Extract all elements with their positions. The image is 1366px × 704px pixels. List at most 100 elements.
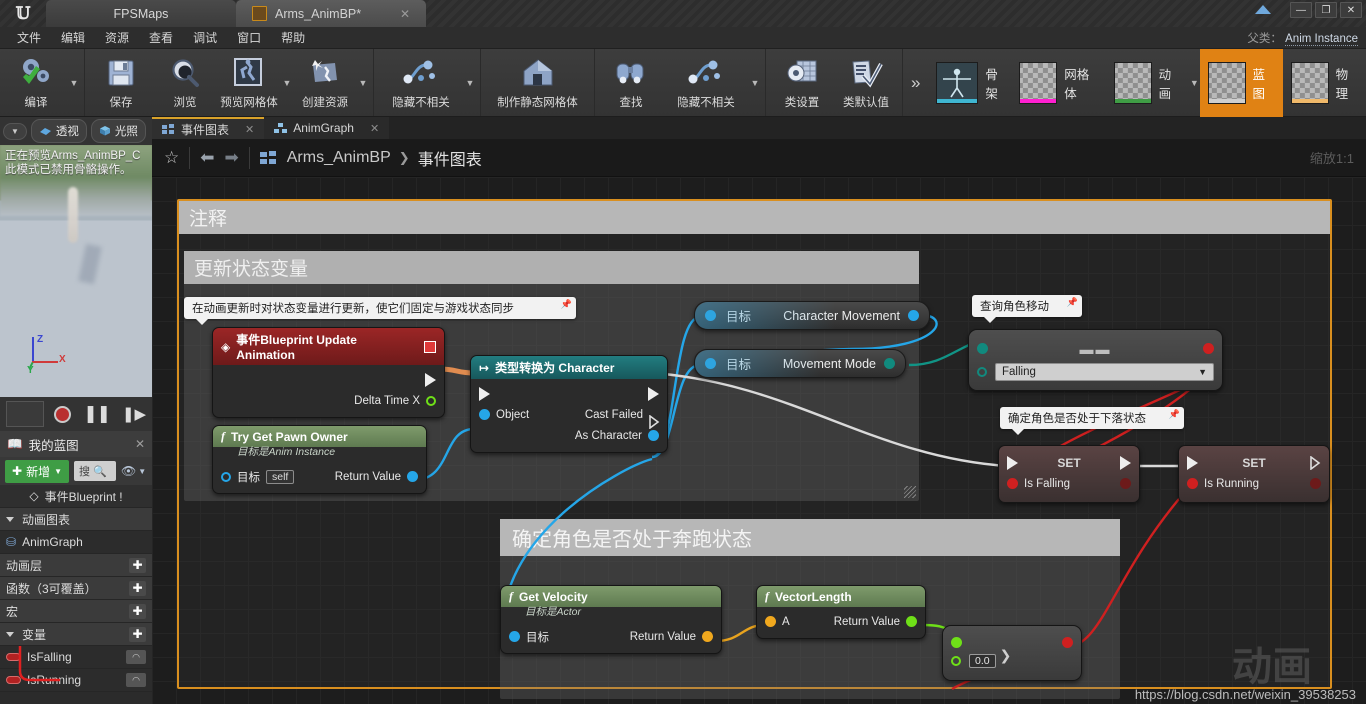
float-out-pin[interactable] [906, 616, 917, 627]
enum-in-pin-b[interactable] [977, 366, 987, 377]
pin-row-delta-time[interactable]: Delta Time X [213, 390, 444, 411]
menu-item-assets[interactable]: 资源 [96, 26, 138, 49]
close-icon[interactable]: ✕ [135, 437, 145, 451]
target-in-pin[interactable] [509, 631, 520, 642]
hide-unrelated-button-1[interactable]: 隐藏不相关 [378, 49, 464, 117]
comment-title[interactable]: 注释 [179, 201, 1330, 234]
save-button[interactable]: 保存 [89, 49, 153, 117]
exec-out-pin[interactable] [425, 372, 436, 387]
menu-item-edit[interactable]: 编辑 [52, 26, 94, 49]
search-input[interactable]: 搜 🔍 [74, 461, 116, 481]
menu-item-window[interactable]: 窗口 [228, 26, 270, 49]
chevron-down-icon[interactable]: ▼ [749, 49, 761, 117]
node-cast-to-character[interactable]: ↦ 类型转换为 Character Object Cast Failed As … [470, 355, 668, 453]
exec-in-pin[interactable] [1187, 455, 1198, 470]
blueprint-graph-canvas[interactable]: 注释 更新状态变量 确定角色是否处于奔跑状态 在动画更新时对状态变量进行更新，使… [152, 177, 1366, 704]
enum-in-pin-a[interactable] [977, 343, 988, 354]
close-icon[interactable]: ✕ [382, 7, 410, 21]
close-button[interactable]: ✕ [1340, 2, 1362, 18]
node-set-is-falling[interactable]: SET Is Falling [998, 445, 1140, 503]
section-animation-graphs[interactable]: 动画图表 [0, 508, 152, 531]
list-item-animgraph[interactable]: ⛁ AnimGraph [0, 531, 152, 554]
mode-button-blueprint[interactable]: 蓝图 [1199, 49, 1283, 117]
vector-out-pin[interactable] [702, 631, 713, 642]
mode-button-mesh[interactable]: 网格体 [1011, 49, 1105, 117]
bool-in-pin[interactable] [1187, 478, 1198, 489]
chevron-down-icon[interactable]: ▼ [1189, 49, 1200, 117]
exec-in-pin[interactable] [1007, 455, 1018, 470]
node-get-movement-mode[interactable]: 目标 Movement Mode [694, 349, 906, 378]
pin-row-exec[interactable]: SET [999, 452, 1139, 473]
vector-in-pin[interactable] [765, 616, 776, 627]
pin-row-exec[interactable]: SET [1179, 452, 1329, 473]
bool-out-pin[interactable] [1310, 478, 1321, 489]
bool-out-pin[interactable] [1062, 636, 1073, 648]
add-icon[interactable]: ✚ [129, 603, 146, 619]
pause-button[interactable]: ❚❚ [83, 404, 110, 424]
make-static-mesh-button[interactable]: 制作静态网格体 [485, 49, 590, 117]
section-animation-layers[interactable]: 动画层 ✚ [0, 554, 152, 577]
window-tab-fpsmaps[interactable]: FPSMaps [46, 0, 236, 27]
browse-button[interactable]: 浏览 [153, 49, 217, 117]
preview-mesh-button[interactable]: 预览网格体 [217, 49, 281, 117]
event-pin-icon[interactable] [424, 340, 436, 353]
toolbar-overflow-icon[interactable]: » [903, 49, 928, 116]
target-in-pin[interactable] [705, 358, 716, 369]
comment-title[interactable]: 更新状态变量 [184, 251, 919, 284]
node-get-character-movement[interactable]: 目标 Character Movement [694, 301, 930, 330]
hide-unrelated-button-2[interactable]: 隐藏不相关 [663, 49, 749, 117]
section-macros[interactable]: 宏 ✚ [0, 600, 152, 623]
pin-row-enum-a[interactable]: ▬▬ [969, 338, 1222, 359]
menu-item-help[interactable]: 帮助 [272, 26, 314, 49]
perspective-button[interactable]: 透视 [30, 119, 87, 143]
node-vector-length[interactable]: f VectorLength A Return Value [756, 585, 926, 639]
add-icon[interactable]: ✚ [129, 557, 146, 573]
class-settings-button[interactable]: 类设置 [770, 49, 834, 117]
viewport-options-button[interactable]: ▼ [3, 122, 27, 140]
back-arrow-icon[interactable]: ⬅ [200, 148, 214, 168]
breadcrumb-root[interactable]: Arms_AnimBP [287, 149, 391, 167]
comment-title[interactable]: 确定角色是否处于奔跑状态 [500, 519, 1120, 556]
tab-animgraph[interactable]: AnimGraph ✕ [264, 117, 390, 139]
float-in-pin-b[interactable] [951, 656, 961, 666]
menu-item-view[interactable]: 查看 [140, 26, 182, 49]
exec-out-pin[interactable] [648, 386, 659, 401]
minimize-button[interactable]: — [1290, 2, 1312, 18]
bool-out-pin[interactable] [1120, 478, 1131, 489]
exec-out-pin[interactable] [1120, 455, 1131, 470]
pin-row-target[interactable]: 目标 self Return Value [213, 466, 426, 487]
float-value-input[interactable]: 0.0 [969, 654, 996, 668]
mode-button-animation[interactable]: 动画 [1106, 49, 1189, 117]
float-in-pin-a[interactable] [951, 636, 962, 648]
pin-row-target[interactable]: 目标 Return Value [501, 626, 721, 647]
pin-icon[interactable]: 📌 [1169, 409, 1180, 420]
class-defaults-button[interactable]: 类默认值 [834, 49, 898, 117]
close-icon[interactable]: ✕ [245, 123, 254, 136]
forward-arrow-icon[interactable]: ➡ [225, 148, 239, 168]
target-in-pin[interactable] [221, 471, 231, 482]
pin-row-object[interactable]: Object Cast Failed [471, 404, 667, 429]
maximize-button[interactable]: ❐ [1315, 2, 1337, 18]
chevron-down-icon[interactable]: ▼ [68, 49, 80, 117]
enum-dropdown[interactable]: Falling ▼ [995, 362, 1214, 381]
pin-row-is-falling[interactable]: Is Falling [999, 473, 1139, 494]
close-icon[interactable]: ✕ [370, 122, 379, 135]
pin-row-a[interactable]: A Return Value [757, 611, 925, 632]
node-try-get-pawn-owner[interactable]: f Try Get Pawn Owner 目标是Anim Instance 目标… [212, 425, 427, 494]
exec-out-pin[interactable] [1310, 455, 1321, 470]
node-event-update-animation[interactable]: ◈ 事件Blueprint Update Animation Delta Tim… [212, 327, 445, 418]
step-forward-button[interactable]: ❚▶ [122, 405, 146, 423]
mode-button-physics[interactable]: 物理 [1283, 49, 1366, 117]
visibility-toggle[interactable]: 👁 ▼ [121, 464, 146, 478]
add-new-button[interactable]: ✚ 新增 ▼ [5, 459, 69, 483]
object-out-pin[interactable] [407, 471, 418, 482]
section-functions[interactable]: 函数（3可覆盖） ✚ [0, 577, 152, 600]
compile-button[interactable]: 编译 [4, 49, 68, 117]
bool-out-pin[interactable] [1203, 343, 1214, 354]
chevron-down-icon[interactable]: ▼ [464, 49, 476, 117]
lighting-button[interactable]: 光照 [90, 119, 146, 143]
mode-button-skeleton[interactable]: 骨架 [928, 49, 1011, 117]
pin-row-exec[interactable] [471, 383, 667, 404]
chevron-down-icon[interactable]: ▼ [357, 49, 369, 117]
section-variables[interactable]: 变量 ✚ [0, 623, 152, 646]
